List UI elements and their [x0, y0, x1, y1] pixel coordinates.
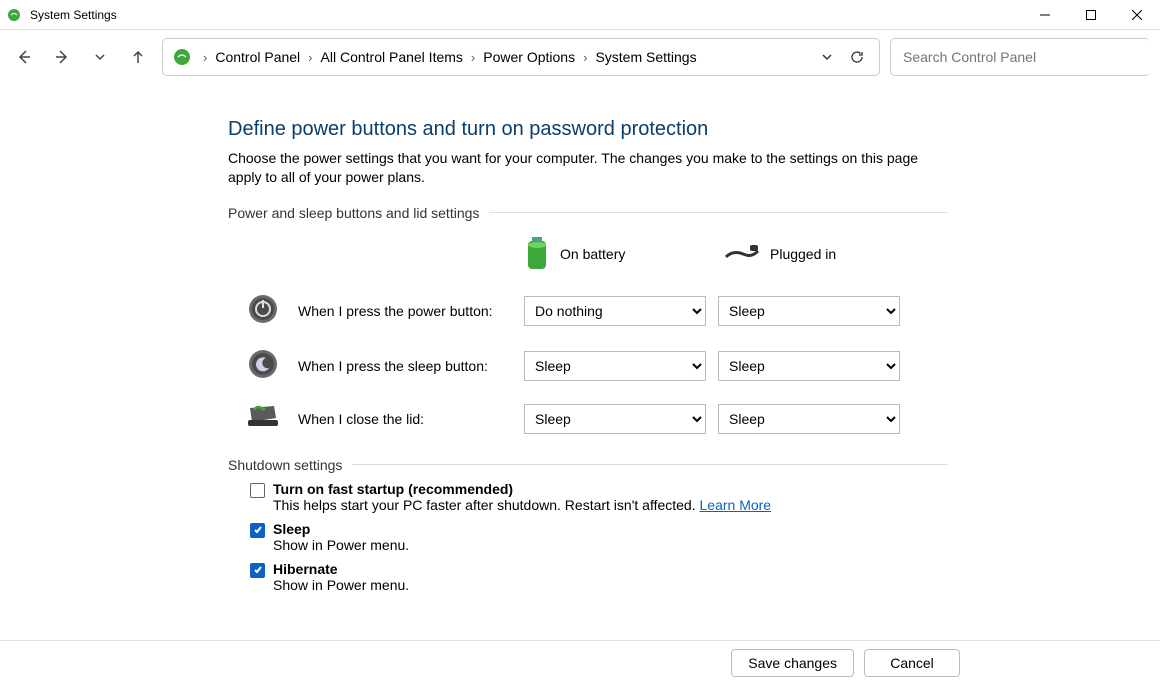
- nav-row: › Control Panel › All Control Panel Item…: [0, 30, 1160, 84]
- plug-icon: [724, 243, 760, 266]
- lid-battery-select[interactable]: Sleep: [524, 404, 706, 434]
- hibernate-checkbox[interactable]: [250, 563, 265, 578]
- chevron-right-icon: ›: [577, 50, 593, 65]
- close-button[interactable]: [1114, 0, 1160, 30]
- breadcrumb-item[interactable]: System Settings: [593, 47, 698, 67]
- section-header-buttons: Power and sleep buttons and lid settings: [228, 205, 948, 221]
- nav-back-button[interactable]: [10, 43, 38, 71]
- window-title: System Settings: [30, 8, 117, 22]
- power-button-plugged-select[interactable]: Sleep: [718, 296, 900, 326]
- save-button[interactable]: Save changes: [731, 649, 854, 677]
- sleep-checkbox[interactable]: [250, 523, 265, 538]
- titlebar: System Settings: [0, 0, 1160, 30]
- row-label: When I close the lid:: [298, 411, 524, 427]
- breadcrumb-dropdown-button[interactable]: [815, 45, 839, 69]
- nav-up-button[interactable]: [124, 43, 152, 71]
- chevron-right-icon: ›: [465, 50, 481, 65]
- laptop-lid-icon: [246, 404, 280, 435]
- checkbox-title: Sleep: [273, 521, 409, 537]
- breadcrumb-item[interactable]: All Control Panel Items: [319, 47, 465, 67]
- sleep-button-icon: [248, 349, 278, 384]
- footer: Save changes Cancel: [0, 640, 1160, 684]
- power-button-battery-select[interactable]: Do nothing: [524, 296, 706, 326]
- breadcrumb-icon: [171, 46, 193, 68]
- row-label: When I press the power button:: [298, 303, 524, 319]
- chevron-right-icon: ›: [302, 50, 318, 65]
- fast-startup-checkbox[interactable]: [250, 483, 265, 498]
- section-header-shutdown: Shutdown settings: [228, 457, 948, 473]
- columns-header: On battery Plugged in: [228, 225, 948, 284]
- checkbox-title: Turn on fast startup (recommended): [273, 481, 771, 497]
- checkbox-desc: Show in Power menu.: [273, 577, 409, 593]
- checkbox-desc: This helps start your PC faster after sh…: [273, 497, 771, 513]
- checkbox-title: Hibernate: [273, 561, 409, 577]
- setting-row-power-button: When I press the power button: Do nothin…: [228, 284, 948, 339]
- breadcrumb-item[interactable]: Control Panel: [213, 47, 302, 67]
- page-intro: Choose the power settings that you want …: [228, 149, 948, 187]
- setting-row-lid: When I close the lid: Sleep Sleep: [228, 394, 948, 445]
- page-title: Define power buttons and turn on passwor…: [228, 118, 948, 141]
- search-box[interactable]: [890, 38, 1150, 76]
- breadcrumb-item[interactable]: Power Options: [481, 47, 577, 67]
- cancel-button[interactable]: Cancel: [864, 649, 960, 677]
- lid-plugged-select[interactable]: Sleep: [718, 404, 900, 434]
- nav-forward-button[interactable]: [48, 43, 76, 71]
- sleep-button-plugged-select[interactable]: Sleep: [718, 351, 900, 381]
- row-label: When I press the sleep button:: [298, 358, 524, 374]
- sleep-button-battery-select[interactable]: Sleep: [524, 351, 706, 381]
- setting-row-sleep-button: When I press the sleep button: Sleep Sle…: [228, 339, 948, 394]
- battery-icon: [524, 235, 550, 274]
- power-button-icon: [248, 294, 278, 329]
- chevron-right-icon: ›: [197, 50, 213, 65]
- minimize-button[interactable]: [1022, 0, 1068, 30]
- shutdown-item-fast-startup: Turn on fast startup (recommended) This …: [228, 477, 948, 517]
- search-input[interactable]: [901, 48, 1140, 66]
- learn-more-link[interactable]: Learn More: [700, 497, 772, 513]
- shutdown-item-hibernate: Hibernate Show in Power menu.: [228, 557, 948, 597]
- nav-recent-button[interactable]: [86, 43, 114, 71]
- column-battery-label: On battery: [560, 246, 625, 262]
- breadcrumb: › Control Panel › All Control Panel Item…: [162, 38, 880, 76]
- shutdown-item-sleep: Sleep Show in Power menu.: [228, 517, 948, 557]
- refresh-button[interactable]: [845, 45, 869, 69]
- maximize-button[interactable]: [1068, 0, 1114, 30]
- app-icon: [6, 7, 22, 23]
- column-plugged-label: Plugged in: [770, 246, 836, 262]
- checkbox-desc: Show in Power menu.: [273, 537, 409, 553]
